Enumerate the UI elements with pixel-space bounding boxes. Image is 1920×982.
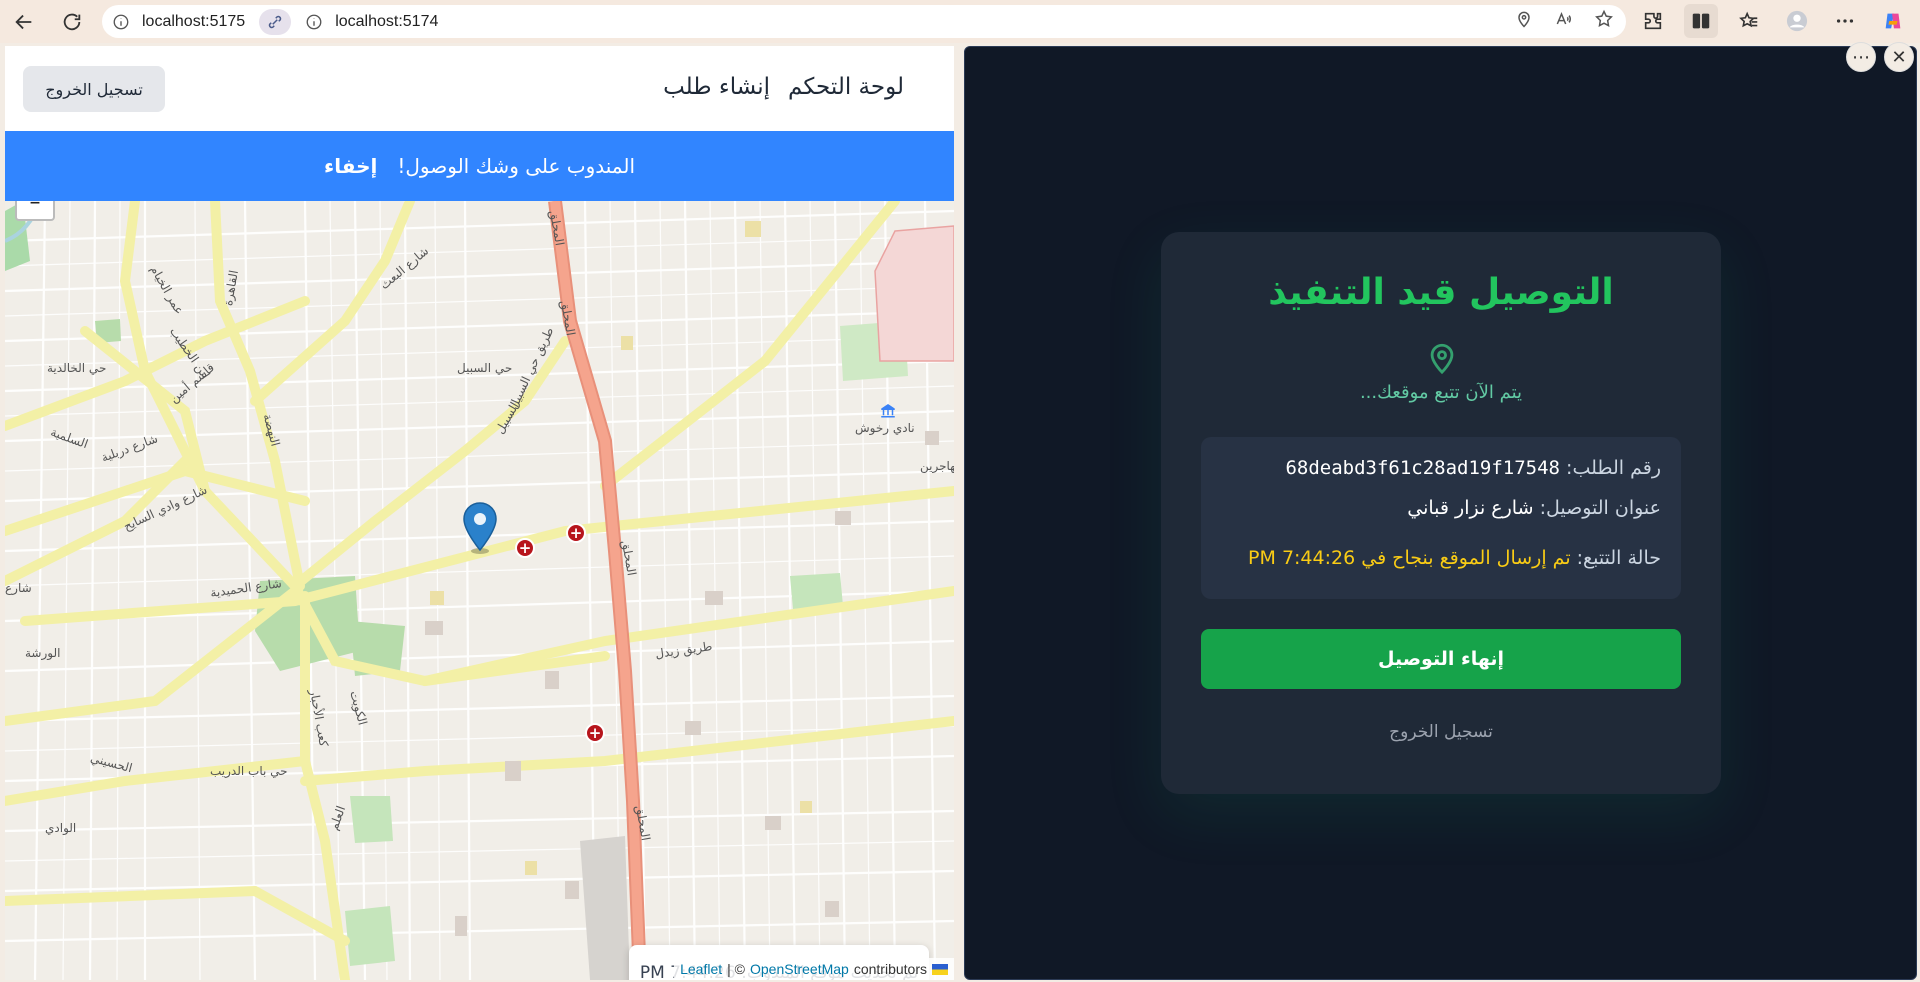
profile-icon[interactable] — [1780, 4, 1814, 38]
map-attribution: Leaflet | © OpenStreetMap contributors — [674, 958, 954, 980]
order-id-row: رقم الطلب: 68deabd3f61c28ad19f17548 — [1221, 457, 1661, 479]
end-delivery-button[interactable]: إنهاء التوصيل — [1201, 629, 1681, 689]
status-value: تم إرسال الموقع بنجاح في 7:44:26 PM — [1248, 547, 1571, 569]
location-icon[interactable] — [1514, 9, 1534, 29]
attribution-contributors: contributors — [853, 961, 927, 977]
favorites-icon[interactable] — [1732, 4, 1766, 38]
order-id: 68deabd3f61c28ad19f17548 — [1285, 457, 1560, 479]
banner-hide-button[interactable]: إخفاء — [324, 154, 377, 178]
browser-toolbar: localhost:5175 localhost:5174 — [0, 0, 1920, 43]
tab-url-1[interactable]: localhost:5175 — [142, 13, 245, 31]
landmark-icon — [881, 404, 895, 418]
map-label: حي باب الدريب — [210, 764, 288, 778]
hospital-icon[interactable]: + — [566, 523, 586, 543]
nav-create-order-link[interactable]: إنشاء طلب — [663, 74, 770, 100]
map-label: شارع — [5, 581, 32, 595]
map[interactable]: – المحلق المحلق المحلق المحلق شارع البعث… — [5, 201, 954, 980]
address-value: شارع نزار قباني — [1407, 497, 1534, 519]
star-icon[interactable] — [1594, 9, 1614, 29]
info-icon[interactable] — [305, 13, 323, 31]
map-label: نادي رخوش — [855, 421, 915, 435]
map-label: حي السبيل — [457, 361, 513, 375]
app-header: لوحة التحكم إنشاء طلب تسجيل الخروج — [5, 46, 954, 131]
map-label: مهاجرين — [920, 459, 954, 473]
more-icon[interactable]: ⋯ — [1846, 42, 1876, 72]
arrival-banner: المندوب على وشك الوصول! إخفاء — [5, 131, 954, 201]
logout-link[interactable]: تسجيل الخروج — [1161, 722, 1721, 742]
map-label: حي الخالدية — [47, 361, 107, 375]
banner-message: المندوب على وشك الوصول! — [397, 154, 636, 178]
map-pin-icon — [1430, 343, 1454, 375]
info-icon[interactable] — [112, 13, 130, 31]
zoom-out-button[interactable]: – — [15, 201, 55, 221]
refresh-icon[interactable] — [54, 4, 90, 40]
tracking-status: يتم الآن تتبع موقعك... — [1359, 382, 1523, 403]
map-label: الورشة — [25, 646, 61, 660]
map-label: الوادي — [45, 821, 77, 835]
map-pin-icon[interactable] — [462, 502, 498, 554]
order-info: رقم الطلب: 68deabd3f61c28ad19f17548 عنوا… — [1201, 437, 1681, 599]
extensions-icon[interactable] — [1636, 4, 1670, 38]
status-label: حالة التتبع: — [1576, 547, 1661, 569]
left-pane: لوحة التحكم إنشاء طلب تسجيل الخروج المند… — [5, 46, 954, 980]
flag-icon — [932, 963, 948, 975]
more-icon[interactable] — [1828, 4, 1862, 38]
split-screen-icon[interactable] — [259, 8, 292, 35]
hospital-icon[interactable]: + — [585, 723, 605, 743]
status-row: حالة التتبع: تم إرسال الموقع بنجاح في 7:… — [1221, 547, 1661, 569]
map-tiles — [5, 201, 954, 980]
address-bar[interactable]: localhost:5175 localhost:5174 — [102, 5, 1626, 38]
page-title: التوصيل قيد التنفيذ — [1268, 272, 1614, 313]
tab-url-2[interactable]: localhost:5174 — [335, 13, 438, 31]
address-label: عنوان التوصيل: — [1539, 497, 1661, 519]
nav-dashboard-link[interactable]: لوحة التحكم — [788, 74, 904, 100]
osm-link[interactable]: OpenStreetMap — [750, 961, 849, 977]
address-row: عنوان التوصيل: شارع نزار قباني — [1221, 497, 1661, 519]
delivery-card: التوصيل قيد التنفيذ يتم الآن تتبع موقعك.… — [1161, 232, 1721, 794]
hospital-icon[interactable]: + — [515, 538, 535, 558]
close-icon[interactable]: ✕ — [1884, 42, 1914, 72]
order-label: رقم الطلب: — [1566, 457, 1661, 479]
app-nav: لوحة التحكم إنشاء طلب — [663, 74, 904, 100]
read-aloud-icon[interactable] — [1554, 9, 1574, 29]
attribution-sep: | © — [727, 961, 745, 977]
split-view-icon[interactable] — [1684, 4, 1718, 38]
copilot-icon[interactable] — [1876, 4, 1910, 38]
back-icon[interactable] — [6, 4, 42, 40]
logout-button[interactable]: تسجيل الخروج — [23, 66, 165, 112]
leaflet-link[interactable]: Leaflet — [680, 961, 722, 977]
